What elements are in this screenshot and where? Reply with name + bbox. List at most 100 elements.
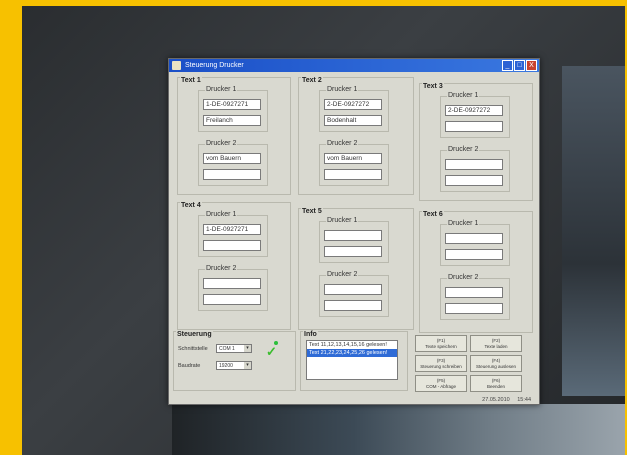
text-field[interactable]: 1-DE-0927271 bbox=[203, 224, 261, 235]
port-select[interactable]: COM 1 ▾ bbox=[216, 344, 252, 353]
drucker-label: Drucker 1 bbox=[205, 86, 238, 93]
button-label: Texte speichern bbox=[425, 344, 457, 349]
info-line[interactable]: Text 11,12,13,14,15,16 gelesen! bbox=[307, 341, 397, 349]
text-field[interactable] bbox=[324, 230, 382, 241]
text-field[interactable] bbox=[445, 303, 503, 314]
button-label: Beenden bbox=[486, 384, 506, 389]
group-title: Text 5 bbox=[301, 208, 323, 215]
drucker-2-box: Drucker 2 bbox=[198, 265, 268, 311]
drucker-2-box: Drucker 2 bbox=[319, 271, 389, 317]
drucker-2-box: Drucker 2 bbox=[440, 274, 510, 320]
background-scene bbox=[172, 404, 625, 455]
baud-value: 19200 bbox=[219, 363, 233, 369]
button-label: Steuerung schreiben bbox=[420, 364, 462, 369]
status-bar: 27.05.2010 15:44 bbox=[476, 397, 531, 403]
minimize-button[interactable]: _ bbox=[502, 60, 513, 71]
drucker-1-box: Drucker 1 1-DE-0927271 Freilanch bbox=[198, 86, 268, 132]
status-led-icon bbox=[274, 341, 278, 345]
text-field[interactable] bbox=[445, 159, 503, 170]
text-field[interactable] bbox=[324, 246, 382, 257]
drucker-label: Drucker 2 bbox=[447, 146, 480, 153]
drucker-label: Drucker 2 bbox=[447, 274, 480, 281]
drucker-label: Drucker 2 bbox=[205, 140, 238, 147]
group-title: Text 4 bbox=[180, 202, 202, 209]
drucker-1-box: Drucker 1 2-DE-0927272 bbox=[440, 92, 510, 138]
monitor-bezel-reflection bbox=[562, 66, 625, 396]
drucker-label: Drucker 1 bbox=[447, 92, 480, 99]
maximize-button[interactable]: □ bbox=[514, 60, 525, 71]
text-field[interactable]: Bodenhalt bbox=[324, 115, 382, 126]
text-field[interactable]: vom Bauern bbox=[203, 153, 261, 164]
function-button-2[interactable]: (F2) Texte laden bbox=[470, 335, 522, 352]
steuerung-group: Steuerung Schnittstelle COM 1 ▾ Baudrate… bbox=[173, 331, 296, 391]
checkmark-icon: ✓ bbox=[266, 344, 277, 359]
window-title: Steuerung Drucker bbox=[185, 62, 244, 69]
function-button-1[interactable]: (F1) Texte speichern bbox=[415, 335, 467, 352]
button-label: Steuerung auslesen bbox=[475, 364, 517, 369]
title-bar: Steuerung Drucker _ □ X bbox=[169, 59, 539, 72]
text-field[interactable] bbox=[445, 121, 503, 132]
text-group-4: Text 4 Drucker 1 1-DE-0927271 Drucker 2 bbox=[177, 202, 291, 330]
port-value: COM 1 bbox=[219, 346, 235, 352]
text-field[interactable] bbox=[324, 169, 382, 180]
baud-label: Baudrate bbox=[178, 363, 201, 369]
text-field[interactable]: 2-DE-0927272 bbox=[324, 99, 382, 110]
baud-select[interactable]: 19200 ▾ bbox=[216, 361, 252, 370]
text-group-5: Text 5 Drucker 1 Drucker 2 bbox=[298, 208, 414, 330]
text-group-3: Text 3 Drucker 1 2-DE-0927272 Drucker 2 bbox=[419, 83, 533, 201]
info-list[interactable]: Text 11,12,13,14,15,16 gelesen! Text 21,… bbox=[306, 340, 398, 380]
function-button-6[interactable]: (F6) Beenden bbox=[470, 375, 522, 392]
text-field[interactable] bbox=[203, 294, 261, 305]
group-title: Text 3 bbox=[422, 83, 444, 90]
text-field[interactable]: 1-DE-0927271 bbox=[203, 99, 261, 110]
text-group-6: Text 6 Drucker 1 Drucker 2 bbox=[419, 211, 533, 333]
text-field[interactable] bbox=[445, 249, 503, 260]
button-label: COM - Abfrage bbox=[425, 384, 456, 389]
drucker-label: Drucker 2 bbox=[326, 140, 359, 147]
drucker-2-box: Drucker 2 bbox=[440, 146, 510, 192]
group-title: Text 1 bbox=[180, 77, 202, 84]
group-title: Text 2 bbox=[301, 77, 323, 84]
text-field[interactable] bbox=[445, 233, 503, 244]
app-icon bbox=[172, 61, 181, 70]
drucker-label: Drucker 2 bbox=[205, 265, 238, 272]
steuerung-title: Steuerung bbox=[176, 331, 213, 338]
info-line-selected[interactable]: Text 21,22,23,24,25,26 gelesen! bbox=[307, 349, 397, 357]
info-title: Info bbox=[303, 331, 318, 338]
port-label: Schnittstelle bbox=[178, 346, 208, 352]
text-field[interactable] bbox=[324, 300, 382, 311]
app-window: Steuerung Drucker _ □ X Text 1 Drucker 1 … bbox=[168, 58, 540, 405]
drucker-label: Drucker 1 bbox=[326, 217, 359, 224]
drucker-label: Drucker 1 bbox=[326, 86, 359, 93]
text-field[interactable] bbox=[445, 175, 503, 186]
drucker-1-box: Drucker 1 2-DE-0927272 Bodenhalt bbox=[319, 86, 389, 132]
drucker-1-box: Drucker 1 bbox=[440, 220, 510, 266]
function-button-5[interactable]: (F5) COM - Abfrage bbox=[415, 375, 467, 392]
status-time: 15:44 bbox=[517, 397, 531, 403]
group-title: Text 6 bbox=[422, 211, 444, 218]
text-field[interactable] bbox=[203, 169, 261, 180]
text-group-1: Text 1 Drucker 1 1-DE-0927271 Freilanch Dr… bbox=[177, 77, 291, 195]
text-field[interactable] bbox=[324, 284, 382, 295]
status-date: 27.05.2010 bbox=[482, 397, 510, 403]
drucker-label: Drucker 2 bbox=[326, 271, 359, 278]
drucker-label: Drucker 1 bbox=[447, 220, 480, 227]
function-button-4[interactable]: (F4) Steuerung auslesen bbox=[470, 355, 522, 372]
text-field[interactable]: Freilanch bbox=[203, 115, 261, 126]
text-field[interactable] bbox=[445, 287, 503, 298]
info-group: Info Text 11,12,13,14,15,16 gelesen! Tex… bbox=[300, 331, 408, 391]
chevron-down-icon[interactable]: ▾ bbox=[244, 362, 251, 369]
drucker-1-box: Drucker 1 bbox=[319, 217, 389, 263]
text-field[interactable] bbox=[203, 240, 261, 251]
text-field[interactable] bbox=[203, 278, 261, 289]
text-field[interactable]: 2-DE-0927272 bbox=[445, 105, 503, 116]
function-button-3[interactable]: (F3) Steuerung schreiben bbox=[415, 355, 467, 372]
close-button[interactable]: X bbox=[526, 60, 537, 71]
text-group-2: Text 2 Drucker 1 2-DE-0927272 Bodenhalt Dr… bbox=[298, 77, 414, 195]
text-field[interactable]: vom Bauern bbox=[324, 153, 382, 164]
button-label: Texte laden bbox=[484, 344, 508, 349]
drucker-label: Drucker 1 bbox=[205, 211, 238, 218]
drucker-2-box: Drucker 2 vom Bauern bbox=[198, 140, 268, 186]
chevron-down-icon[interactable]: ▾ bbox=[244, 345, 251, 352]
drucker-2-box: Drucker 2 vom Bauern bbox=[319, 140, 389, 186]
